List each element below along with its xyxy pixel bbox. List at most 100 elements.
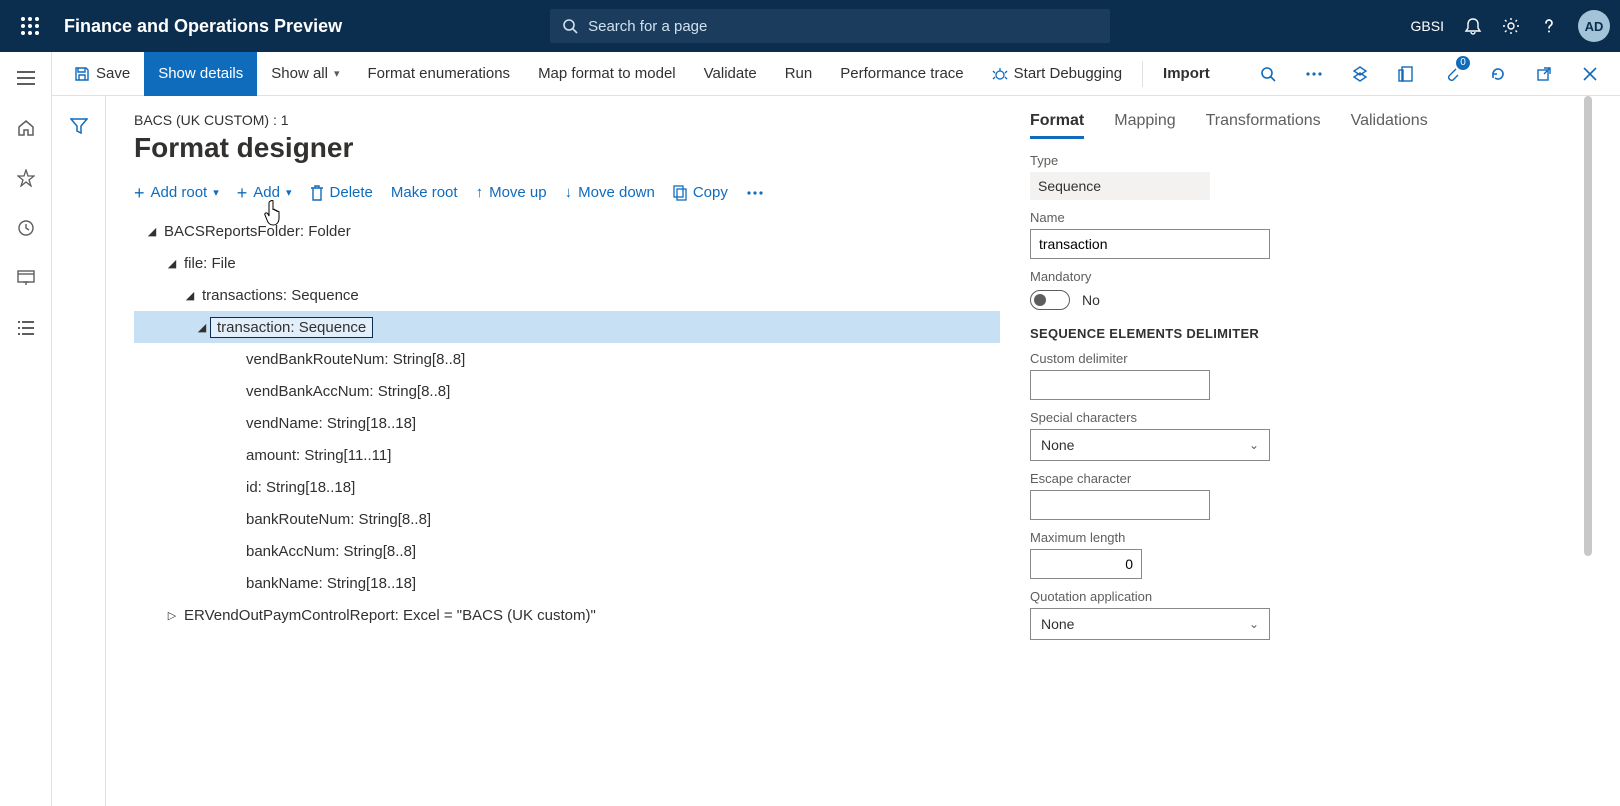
breadcrumb: BACS (UK CUSTOM) : 1 bbox=[134, 112, 1000, 128]
validate-label: Validate bbox=[704, 65, 757, 82]
tab-validations[interactable]: Validations bbox=[1351, 112, 1428, 139]
mandatory-toggle[interactable] bbox=[1030, 290, 1070, 310]
trash-icon bbox=[310, 185, 324, 201]
tab-mapping[interactable]: Mapping bbox=[1114, 112, 1175, 139]
caret-expanded-icon[interactable]: ◢ bbox=[144, 225, 160, 238]
chevron-down-icon: ⌄ bbox=[1249, 617, 1259, 631]
add-root-label: Add root bbox=[151, 184, 208, 201]
workspace-icon[interactable] bbox=[10, 262, 42, 294]
quotation-value: None bbox=[1041, 616, 1074, 632]
caret-expanded-icon[interactable]: ◢ bbox=[194, 321, 210, 334]
bell-icon[interactable] bbox=[1464, 17, 1482, 35]
name-input[interactable] bbox=[1030, 229, 1270, 259]
move-down-button[interactable]: ↓Move down bbox=[565, 184, 655, 201]
search-input[interactable] bbox=[588, 18, 1098, 35]
copy-icon bbox=[673, 185, 687, 201]
make-root-button[interactable]: Make root bbox=[391, 184, 458, 201]
custom-delimiter-input[interactable] bbox=[1030, 370, 1210, 400]
tree-more-icon[interactable] bbox=[746, 190, 764, 196]
mandatory-label: Mandatory bbox=[1030, 269, 1590, 284]
scrollbar[interactable] bbox=[1584, 96, 1592, 556]
move-up-label: Move up bbox=[489, 184, 547, 201]
add-button[interactable]: +Add▾ bbox=[237, 184, 292, 201]
filter-icon[interactable] bbox=[63, 110, 95, 142]
tree-node[interactable]: bankName: String[18..18] bbox=[134, 567, 1000, 599]
add-root-button[interactable]: +Add root▾ bbox=[134, 184, 219, 201]
attachments-icon[interactable]: 0 bbox=[1436, 58, 1468, 90]
tree-label: vendBankAccNum: String[8..8] bbox=[242, 381, 454, 402]
chevron-down-icon: ▾ bbox=[334, 67, 340, 80]
caret-expanded-icon[interactable]: ◢ bbox=[164, 257, 180, 270]
modules-icon[interactable] bbox=[10, 312, 42, 344]
special-characters-select[interactable]: None ⌄ bbox=[1030, 429, 1270, 461]
escape-input[interactable] bbox=[1030, 490, 1210, 520]
add-label: Add bbox=[253, 184, 280, 201]
options-icon[interactable] bbox=[1390, 58, 1422, 90]
page-title: Format designer bbox=[134, 132, 1000, 164]
map-format-button[interactable]: Map format to model bbox=[524, 52, 690, 96]
tree-node-selected[interactable]: ◢transaction: Sequence bbox=[134, 311, 1000, 343]
run-button[interactable]: Run bbox=[771, 52, 827, 96]
show-all-label: Show all bbox=[271, 65, 328, 82]
app-launcher-icon[interactable] bbox=[10, 6, 50, 46]
quotation-label: Quotation application bbox=[1030, 589, 1590, 604]
delete-button[interactable]: Delete bbox=[310, 184, 373, 201]
show-details-label: Show details bbox=[158, 65, 243, 82]
tab-transformations[interactable]: Transformations bbox=[1206, 112, 1321, 139]
recent-icon[interactable] bbox=[10, 212, 42, 244]
org-label[interactable]: GBSI bbox=[1411, 18, 1444, 34]
import-button[interactable]: Import bbox=[1149, 52, 1224, 96]
tree-node[interactable]: bankRouteNum: String[8..8] bbox=[134, 503, 1000, 535]
refresh-icon[interactable] bbox=[1482, 58, 1514, 90]
open-new-icon[interactable] bbox=[1528, 58, 1560, 90]
caret-expanded-icon[interactable]: ◢ bbox=[182, 289, 198, 302]
star-icon[interactable] bbox=[10, 162, 42, 194]
maxlen-input[interactable] bbox=[1030, 549, 1142, 579]
performance-trace-button[interactable]: Performance trace bbox=[826, 52, 977, 96]
run-label: Run bbox=[785, 65, 813, 82]
special-characters-label: Special characters bbox=[1030, 410, 1590, 425]
validate-button[interactable]: Validate bbox=[690, 52, 771, 96]
avatar[interactable]: AD bbox=[1578, 10, 1610, 42]
tree-label: amount: String[11..11] bbox=[242, 445, 395, 466]
tree-node[interactable]: amount: String[11..11] bbox=[134, 439, 1000, 471]
caret-collapsed-icon[interactable]: ▷ bbox=[164, 609, 180, 622]
attachments-badge: 0 bbox=[1456, 56, 1470, 70]
search-action-icon[interactable] bbox=[1252, 58, 1284, 90]
home-icon[interactable] bbox=[10, 112, 42, 144]
tab-format[interactable]: Format bbox=[1030, 112, 1084, 139]
tree-label: BACSReportsFolder: Folder bbox=[160, 221, 355, 242]
tree-node[interactable]: vendBankAccNum: String[8..8] bbox=[134, 375, 1000, 407]
close-icon[interactable] bbox=[1574, 58, 1606, 90]
tree-label: bankRouteNum: String[8..8] bbox=[242, 509, 435, 530]
more-icon[interactable] bbox=[1298, 58, 1330, 90]
tree-node[interactable]: bankAccNum: String[8..8] bbox=[134, 535, 1000, 567]
move-up-button[interactable]: ↑Move up bbox=[476, 184, 547, 201]
tree-label: ERVendOutPaymControlReport: Excel = "BAC… bbox=[180, 605, 600, 626]
tree-node[interactable]: ◢file: File bbox=[134, 247, 1000, 279]
nav-hamburger-icon[interactable] bbox=[10, 62, 42, 94]
tree-label: vendBankRouteNum: String[8..8] bbox=[242, 349, 469, 370]
show-details-button[interactable]: Show details bbox=[144, 52, 257, 96]
copy-button[interactable]: Copy bbox=[673, 184, 728, 201]
tree-node[interactable]: id: String[18..18] bbox=[134, 471, 1000, 503]
tree-node[interactable]: ◢BACSReportsFolder: Folder bbox=[134, 215, 1000, 247]
related-icon[interactable] bbox=[1344, 58, 1376, 90]
save-button[interactable]: Save bbox=[60, 52, 144, 96]
tree-node[interactable]: vendBankRouteNum: String[8..8] bbox=[134, 343, 1000, 375]
tree-node[interactable]: vendName: String[18..18] bbox=[134, 407, 1000, 439]
start-debugging-button[interactable]: Start Debugging bbox=[978, 52, 1136, 96]
tree-node[interactable]: ◢transactions: Sequence bbox=[134, 279, 1000, 311]
move-down-label: Move down bbox=[578, 184, 655, 201]
global-search[interactable] bbox=[550, 9, 1110, 43]
name-label: Name bbox=[1030, 210, 1590, 225]
tree-node[interactable]: ▷ERVendOutPaymControlReport: Excel = "BA… bbox=[134, 599, 1000, 631]
save-label: Save bbox=[96, 65, 130, 82]
gear-icon[interactable] bbox=[1502, 17, 1520, 35]
help-icon[interactable] bbox=[1540, 17, 1558, 35]
quotation-select[interactable]: None ⌄ bbox=[1030, 608, 1270, 640]
properties-tabs: Format Mapping Transformations Validatio… bbox=[1030, 112, 1590, 139]
section-delimiter: SEQUENCE ELEMENTS DELIMITER bbox=[1030, 326, 1590, 341]
show-all-button[interactable]: Show all ▾ bbox=[257, 52, 353, 96]
format-enumerations-button[interactable]: Format enumerations bbox=[354, 52, 525, 96]
